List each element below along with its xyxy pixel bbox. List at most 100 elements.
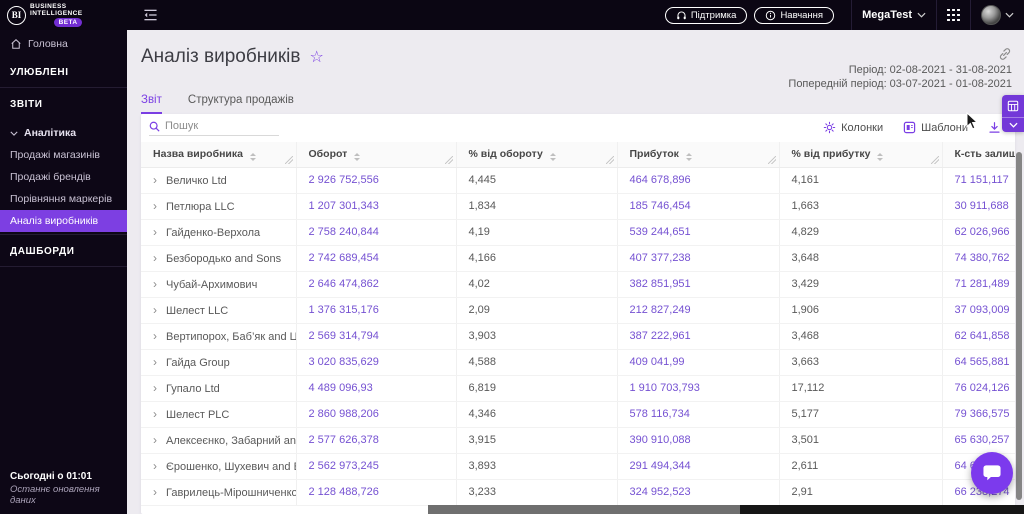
training-label: Навчання xyxy=(780,9,824,21)
row-expand-icon[interactable]: › xyxy=(153,303,157,317)
side-panel xyxy=(1002,95,1024,132)
manufacturer-name: Величко Ltd xyxy=(166,175,227,187)
sort-icon[interactable] xyxy=(549,152,556,161)
sidebar-item-store-sales[interactable]: Продажі магазинів xyxy=(0,144,127,166)
training-button[interactable]: Навчання xyxy=(754,6,835,24)
gear-icon xyxy=(823,121,836,134)
turnover-pct-cell: 3,915 xyxy=(455,427,617,454)
table-header-row: Назва виробника Оборот % від обороту При… xyxy=(141,142,1015,168)
manufacturer-cell: › Гайденко-Верхола xyxy=(141,219,296,246)
apps-grid-icon[interactable] xyxy=(947,8,960,22)
manufacturer-name: Петлюра LLC xyxy=(166,201,235,213)
sidebar-item-brand-sales[interactable]: Продажі брендів xyxy=(0,166,127,188)
table-row: › Єрошенко, Шухевич and Ващук2 562 973,24… xyxy=(141,453,1015,480)
table-view-button[interactable] xyxy=(1002,95,1024,118)
table-toolbar: Колонки Шаблони xyxy=(141,114,1015,142)
search-input[interactable] xyxy=(165,120,265,132)
row-expand-icon[interactable]: › xyxy=(153,407,157,421)
download-button[interactable] xyxy=(988,121,1001,134)
row-expand-icon[interactable]: › xyxy=(153,225,157,239)
row-expand-icon[interactable]: › xyxy=(153,433,157,447)
chevron-down-icon xyxy=(10,131,18,136)
column-resize-handle[interactable] xyxy=(930,155,939,164)
columns-button[interactable]: Колонки xyxy=(823,121,883,134)
table-row: › Вертипорох, Баб’як and Цюцюра2 569 314,… xyxy=(141,323,1015,350)
topbar-divider xyxy=(851,0,853,30)
sort-icon[interactable] xyxy=(877,152,884,161)
row-expand-icon[interactable]: › xyxy=(153,329,157,343)
sidebar-item-home[interactable]: Головна xyxy=(0,30,127,56)
column-header-turnover[interactable]: Оборот xyxy=(295,142,456,168)
sidebar-section-dashboards[interactable]: ДАШБОРДИ xyxy=(0,235,127,264)
topbar-divider xyxy=(970,0,971,30)
tab-sales-structure[interactable]: Структура продажів xyxy=(188,94,294,114)
sort-icon[interactable] xyxy=(249,152,256,161)
sidebar-section-reports[interactable]: ЗВІТИ xyxy=(0,88,127,117)
manufacturer-cell: › Безбородько and Sons xyxy=(141,245,296,272)
column-resize-handle[interactable] xyxy=(605,155,614,164)
turnover-pct-cell: 3,233 xyxy=(455,479,617,506)
column-header-profit[interactable]: Прибуток xyxy=(616,142,779,168)
manufacturer-name: Гайда Group xyxy=(166,357,230,369)
account-menu[interactable]: MegaTest xyxy=(862,9,926,21)
vertical-scrollbar[interactable] xyxy=(1016,152,1022,500)
column-header-profit-pct[interactable]: % від прибутку xyxy=(778,142,942,168)
column-header-turnover-pct[interactable]: % від обороту xyxy=(455,142,617,168)
horizontal-scrollbar-thumb[interactable] xyxy=(428,505,740,514)
row-expand-icon[interactable]: › xyxy=(153,459,157,473)
account-name: MegaTest xyxy=(862,9,912,21)
table-row: › Чубай-Архимович 2 646 474,862 4,02 382 851… xyxy=(141,271,1015,298)
panel-collapse-button[interactable] xyxy=(1002,118,1024,131)
profit-pct-cell: 4,161 xyxy=(778,167,942,194)
chat-button[interactable] xyxy=(971,452,1013,494)
table-row: › Алексеєнко, Забарний and Дараган2 577 6… xyxy=(141,427,1015,454)
columns-label: Колонки xyxy=(841,121,884,134)
stock-cell: 74 380,762 xyxy=(941,245,1015,272)
turnover-cell: 2 926 752,556 xyxy=(295,167,456,194)
turnover-cell: 2 128 488,726 xyxy=(295,479,456,506)
row-expand-icon[interactable]: › xyxy=(153,251,157,265)
sort-icon[interactable] xyxy=(685,152,692,161)
copy-link-icon[interactable] xyxy=(998,47,1012,61)
row-expand-icon[interactable]: › xyxy=(153,277,157,291)
sidebar-group-analytics[interactable]: Аналітика xyxy=(0,117,127,144)
row-expand-icon[interactable]: › xyxy=(153,173,157,187)
turnover-pct-cell: 3,903 xyxy=(455,323,617,350)
templates-button[interactable]: Шаблони xyxy=(903,121,968,134)
sidebar-item-marker-comparison[interactable]: Порівняння маркерів xyxy=(0,188,127,210)
row-expand-icon[interactable]: › xyxy=(153,485,157,499)
menu-fold-icon[interactable] xyxy=(143,8,158,22)
stock-cell: 71 151,117 xyxy=(941,167,1015,194)
turnover-pct-cell: 2,09 xyxy=(455,297,617,324)
profit-pct-cell: 1,906 xyxy=(778,297,942,324)
table-row: › Шелест LLC 1 376 315,176 2,09 212 827,249 1… xyxy=(141,297,1015,324)
row-expand-icon[interactable]: › xyxy=(153,381,157,395)
sort-icon[interactable] xyxy=(354,152,361,161)
turnover-cell: 2 860 988,206 xyxy=(295,401,456,428)
row-expand-icon[interactable]: › xyxy=(153,355,157,369)
row-expand-icon[interactable]: › xyxy=(153,199,157,213)
sidebar-item-manufacturer-analysis[interactable]: Аналіз виробників xyxy=(0,210,127,232)
table-body: › Величко Ltd 2 926 752,556 4,445 464 678,89… xyxy=(141,167,1015,506)
column-header-name[interactable]: Назва виробника xyxy=(141,142,296,168)
profit-cell: 409 041,99 xyxy=(616,349,779,376)
tab-report[interactable]: Звіт xyxy=(141,94,162,114)
column-resize-handle[interactable] xyxy=(284,155,293,164)
turnover-cell: 2 742 689,454 xyxy=(295,245,456,272)
support-button[interactable]: Підтримка xyxy=(664,6,748,24)
sidebar-section-favorites[interactable]: УЛЮБЛЕНІ xyxy=(0,56,127,85)
favorite-star-icon[interactable]: ☆ xyxy=(310,49,324,65)
logo-line1: BUSINESS xyxy=(30,3,67,10)
column-header-stock[interactable]: К-сть залишків н xyxy=(941,142,1015,168)
column-resize-handle[interactable] xyxy=(444,155,453,164)
manufacturer-cell: › Єрошенко, Шухевич and Ващук xyxy=(141,453,296,480)
table-row: › Петлюра LLC 1 207 301,343 1,834 185 746,45… xyxy=(141,193,1015,220)
table-row: › Гаврилець-Мірошниченко 2 128 488,726 3,23… xyxy=(141,479,1015,506)
turnover-pct-cell: 3,893 xyxy=(455,453,617,480)
horizontal-scrollbar-track[interactable] xyxy=(428,505,1024,514)
column-resize-handle[interactable] xyxy=(767,155,776,164)
turnover-pct-cell: 4,166 xyxy=(455,245,617,272)
page-title-text: Аналіз виробників xyxy=(141,46,301,67)
report-card: Колонки Шаблони Назва виробника Оборо xyxy=(141,114,1015,514)
user-menu[interactable] xyxy=(981,5,1014,25)
